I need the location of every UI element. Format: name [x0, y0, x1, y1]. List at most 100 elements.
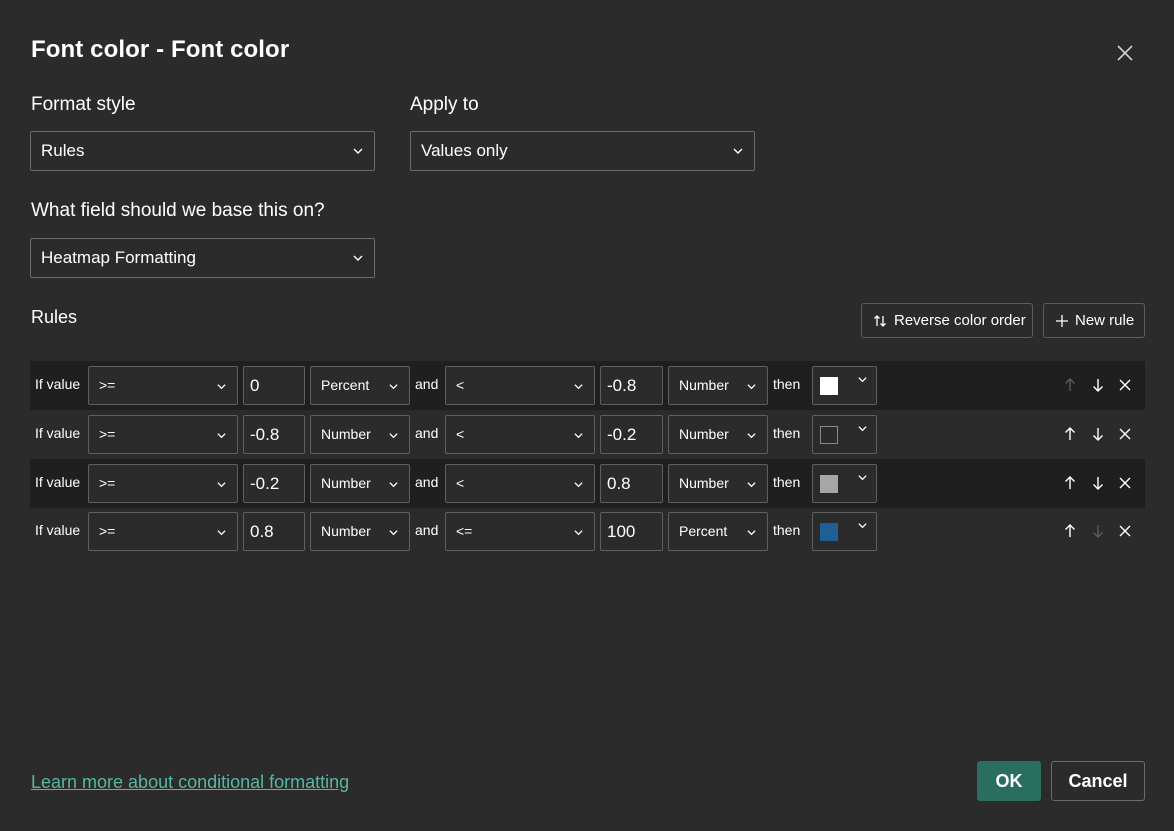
type1-value: Number [321, 523, 371, 539]
value1-input[interactable]: 0.8 [243, 512, 305, 551]
color-picker[interactable] [812, 415, 877, 454]
move-up-icon[interactable] [1063, 426, 1077, 442]
chevron-down-icon [733, 148, 743, 154]
value2-input[interactable]: 100 [600, 512, 663, 551]
base-field-dropdown[interactable]: Heatmap Formatting [30, 238, 375, 278]
type1-value: Number [321, 475, 371, 491]
swap-vertical-icon [874, 315, 886, 327]
base-field-value: Heatmap Formatting [41, 248, 196, 267]
operator1-dropdown[interactable]: >= [88, 464, 238, 503]
type2-dropdown[interactable]: Percent [668, 512, 768, 551]
value2-input[interactable]: 0.8 [600, 464, 663, 503]
chevron-down-icon [858, 523, 867, 529]
operator1-dropdown[interactable]: >= [88, 415, 238, 454]
and-label: and [415, 376, 439, 392]
operator2-value: < [456, 377, 465, 393]
apply-to-label: Apply to [410, 94, 479, 115]
delete-rule-icon[interactable] [1118, 475, 1132, 491]
operator2-dropdown[interactable]: < [445, 464, 595, 503]
new-rule-label: New rule [1075, 312, 1135, 329]
operator1-value: >= [99, 475, 116, 491]
value1-input[interactable]: -0.2 [243, 464, 305, 503]
chevron-down-icon [217, 384, 226, 390]
operator2-value: < [456, 426, 465, 442]
then-label: then [773, 474, 801, 490]
type2-value: Percent [679, 523, 728, 539]
operator2-dropdown[interactable]: < [445, 366, 595, 405]
apply-to-value: Values only [421, 141, 508, 160]
move-down-icon[interactable] [1091, 475, 1105, 491]
operator2-dropdown[interactable]: <= [445, 512, 595, 551]
format-style-dropdown[interactable]: Rules [30, 131, 375, 171]
value1-input[interactable]: -0.8 [243, 415, 305, 454]
move-up-icon [1065, 378, 1075, 391]
operator1-value: >= [99, 523, 116, 539]
chevron-down-icon [574, 384, 583, 390]
color-picker[interactable] [812, 512, 877, 551]
ok-button[interactable]: OK [977, 761, 1041, 801]
type2-dropdown[interactable]: Number [668, 464, 768, 503]
rule-row: If value >= 0 Percent and < -0.8 Number … [30, 361, 1145, 410]
value2-input[interactable]: -0.2 [600, 415, 663, 454]
cancel-button[interactable]: Cancel [1051, 761, 1145, 801]
chevron-down-icon [217, 530, 226, 536]
color-swatch [820, 475, 838, 493]
type2-dropdown[interactable]: Number [668, 366, 768, 405]
move-down-icon[interactable] [1091, 377, 1105, 393]
if-value-label: If value [35, 425, 81, 441]
color-picker[interactable] [812, 464, 877, 503]
reverse-color-order-button[interactable]: Reverse color order [861, 303, 1033, 338]
move-up-icon[interactable] [1063, 475, 1077, 491]
and-label: and [415, 522, 439, 538]
chevron-down-icon [217, 482, 226, 488]
color-picker[interactable] [812, 366, 877, 405]
type1-value: Percent [321, 377, 370, 393]
rule-row: If value >= -0.8 Number and < -0.2 Numbe… [30, 410, 1145, 459]
operator1-dropdown[interactable]: >= [88, 366, 238, 405]
chevron-down-icon [747, 384, 756, 390]
rule-row: If value >= -0.2 Number and < 0.8 Number… [30, 459, 1145, 508]
chevron-down-icon [574, 433, 583, 439]
type1-dropdown[interactable]: Percent [310, 366, 410, 405]
chevron-down-icon [858, 475, 867, 481]
then-label: then [773, 376, 801, 392]
if-value-label: If value [35, 376, 81, 392]
plus-icon [1056, 315, 1068, 327]
format-style-label: Format style [31, 94, 136, 115]
move-down-icon[interactable] [1091, 426, 1105, 442]
chevron-down-icon [217, 433, 226, 439]
type1-dropdown[interactable]: Number [310, 415, 410, 454]
then-label: then [773, 425, 801, 441]
chevron-down-icon [389, 384, 398, 390]
delete-rule-icon[interactable] [1118, 377, 1132, 393]
delete-rule-icon[interactable] [1118, 426, 1132, 442]
chevron-down-icon [747, 482, 756, 488]
new-rule-button[interactable]: New rule [1043, 303, 1145, 338]
type2-dropdown[interactable]: Number [668, 415, 768, 454]
value1-input[interactable]: 0 [243, 366, 305, 405]
type1-dropdown[interactable]: Number [310, 464, 410, 503]
close-icon[interactable] [1113, 41, 1137, 65]
chevron-down-icon [574, 530, 583, 536]
delete-rule-icon[interactable] [1118, 523, 1132, 539]
color-swatch [820, 523, 838, 541]
chevron-down-icon [858, 377, 867, 383]
type2-value: Number [679, 377, 729, 393]
learn-more-link[interactable]: Learn more about conditional formatting [31, 772, 349, 793]
chevron-down-icon [747, 433, 756, 439]
then-label: then [773, 522, 801, 538]
chevron-down-icon [389, 530, 398, 536]
move-up-icon[interactable] [1063, 523, 1077, 539]
operator1-value: >= [99, 426, 116, 442]
rules-label: Rules [31, 307, 78, 327]
operator2-dropdown[interactable]: < [445, 415, 595, 454]
chevron-down-icon [858, 426, 867, 432]
type1-dropdown[interactable]: Number [310, 512, 410, 551]
chevron-down-icon [353, 148, 363, 154]
operator1-dropdown[interactable]: >= [88, 512, 238, 551]
value2-input[interactable]: -0.8 [600, 366, 663, 405]
and-label: and [415, 425, 439, 441]
operator2-value: <= [456, 523, 473, 539]
color-swatch [820, 426, 838, 444]
apply-to-dropdown[interactable]: Values only [410, 131, 755, 171]
